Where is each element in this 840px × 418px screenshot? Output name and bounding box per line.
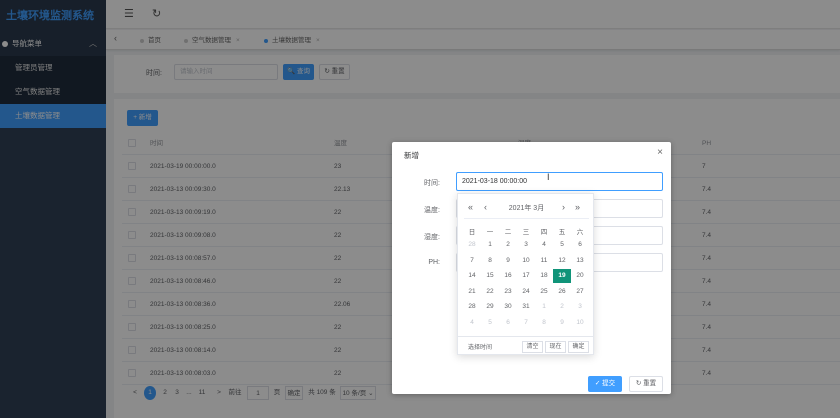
calendar-day[interactable]: 23 bbox=[499, 285, 517, 299]
calendar-day[interactable]: 27 bbox=[571, 285, 589, 299]
calendar-day[interactable]: 8 bbox=[481, 254, 499, 268]
calendar-day[interactable]: 29 bbox=[481, 300, 499, 314]
weekday-tue: 二 bbox=[504, 229, 512, 236]
calendar-day[interactable]: 8 bbox=[535, 316, 553, 330]
calendar-day[interactable]: 28 bbox=[463, 238, 481, 252]
calendar-day[interactable]: 6 bbox=[499, 316, 517, 330]
calendar-day[interactable]: 5 bbox=[553, 238, 571, 252]
weekday-sun: 日 bbox=[468, 229, 476, 236]
calendar-day[interactable]: 5 bbox=[481, 316, 499, 330]
dialog-title: 新增 bbox=[404, 151, 419, 160]
calendar-day[interactable]: 25 bbox=[535, 285, 553, 299]
calendar-day[interactable]: 16 bbox=[499, 269, 517, 283]
calendar-day[interactable]: 26 bbox=[553, 285, 571, 299]
calendar-day[interactable]: 4 bbox=[463, 316, 481, 330]
calendar-day[interactable]: 7 bbox=[517, 316, 535, 330]
picker-footer: 选择时间 清空 现在 确定 bbox=[458, 336, 593, 355]
ok-button[interactable]: 确定 bbox=[568, 341, 589, 353]
weekday-mon: 一 bbox=[486, 229, 494, 236]
calendar-day[interactable]: 30 bbox=[499, 300, 517, 314]
time-field-label: 时间: bbox=[424, 180, 440, 187]
date-picker: « ‹ 2021年 3月 › » 日 一 二 三 四 五 六 28 1 2 3 4 5 6 7… bbox=[457, 193, 594, 355]
next-month-icon[interactable]: › bbox=[562, 202, 565, 212]
calendar-day[interactable]: 2 bbox=[553, 300, 571, 314]
dialog-reset-button[interactable]: ↻ 重置 bbox=[629, 376, 663, 392]
calendar-day[interactable]: 3 bbox=[517, 238, 535, 252]
calendar-day[interactable]: 6 bbox=[571, 238, 589, 252]
calendar-day[interactable]: 21 bbox=[463, 285, 481, 299]
text-cursor-icon: I bbox=[547, 172, 550, 182]
calendar-day[interactable]: 7 bbox=[463, 254, 481, 268]
calendar-day[interactable]: 4 bbox=[535, 238, 553, 252]
weekday-wed: 三 bbox=[522, 229, 530, 236]
select-time-link[interactable]: 选择时间 bbox=[468, 342, 492, 351]
calendar-day[interactable]: 31 bbox=[517, 300, 535, 314]
humidity-field-label: 湿度: bbox=[424, 234, 440, 241]
next-year-icon[interactable]: » bbox=[575, 202, 580, 212]
calendar-day[interactable]: 1 bbox=[481, 238, 499, 252]
weekday-fri: 五 bbox=[558, 229, 566, 236]
calendar-day[interactable]: 9 bbox=[553, 316, 571, 330]
calendar-day[interactable]: 14 bbox=[463, 269, 481, 283]
calendar-day[interactable]: 13 bbox=[571, 254, 589, 268]
calendar-day[interactable]: 12 bbox=[553, 254, 571, 268]
weekday-thu: 四 bbox=[540, 229, 548, 236]
ph-field-label: PH: bbox=[428, 259, 440, 266]
weekday-sat: 六 bbox=[576, 229, 584, 236]
temperature-field-label: 温度: bbox=[424, 207, 440, 214]
calendar-day[interactable]: 1 bbox=[535, 300, 553, 314]
calendar-day[interactable]: 9 bbox=[499, 254, 517, 268]
calendar-day[interactable]: 15 bbox=[481, 269, 499, 283]
close-icon[interactable]: × bbox=[657, 147, 663, 158]
calendar-day[interactable]: 10 bbox=[517, 254, 535, 268]
calendar-day[interactable]: 24 bbox=[517, 285, 535, 299]
calendar-day[interactable]: 11 bbox=[535, 254, 553, 268]
calendar-day[interactable]: 19 bbox=[553, 269, 571, 283]
calendar-day[interactable]: 22 bbox=[481, 285, 499, 299]
calendar-day[interactable]: 10 bbox=[571, 316, 589, 330]
calendar-day[interactable]: 20 bbox=[571, 269, 589, 283]
calendar-day[interactable]: 2 bbox=[499, 238, 517, 252]
calendar-day[interactable]: 18 bbox=[535, 269, 553, 283]
time-field[interactable]: 2021-03-18 00:00:00 bbox=[456, 172, 663, 191]
clear-button[interactable]: 清空 bbox=[522, 341, 543, 353]
picker-divider bbox=[464, 218, 589, 219]
calendar-day[interactable]: 28 bbox=[463, 300, 481, 314]
submit-button[interactable]: ✓ 提交 bbox=[588, 376, 622, 392]
calendar-day[interactable]: 17 bbox=[517, 269, 535, 283]
calendar-day[interactable]: 3 bbox=[571, 300, 589, 314]
now-button[interactable]: 现在 bbox=[545, 341, 566, 353]
